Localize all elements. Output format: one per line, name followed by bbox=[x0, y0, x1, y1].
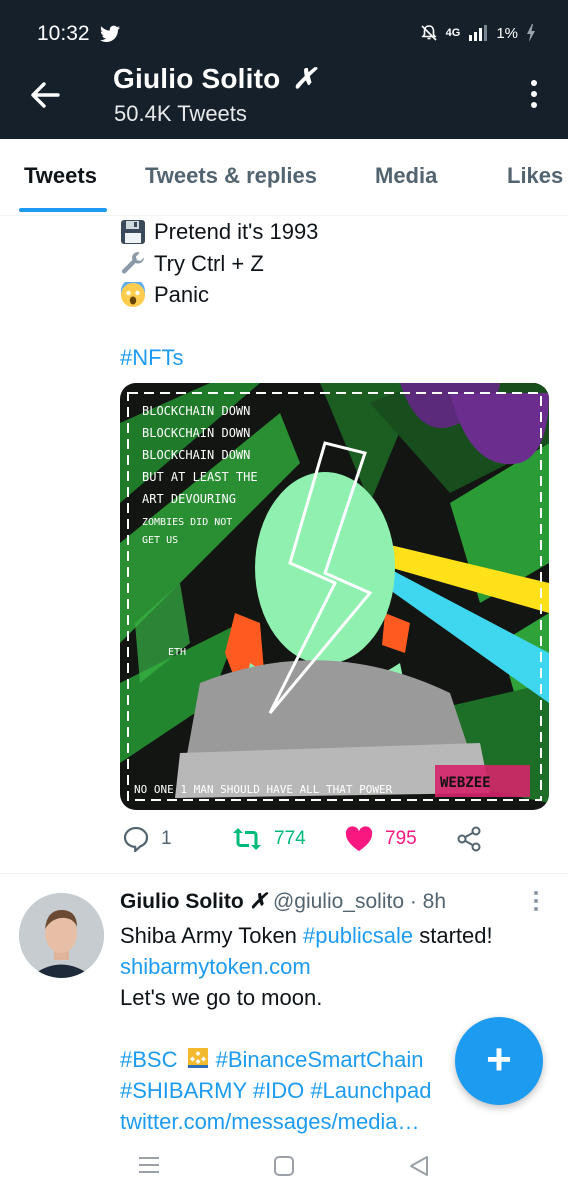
more-options-icon[interactable] bbox=[530, 80, 538, 112]
like-button[interactable]: 795 bbox=[345, 826, 417, 852]
back-arrow-icon[interactable] bbox=[28, 78, 62, 112]
art-signature: WEBZEE bbox=[440, 775, 491, 791]
like-count: 795 bbox=[385, 828, 417, 849]
tweet-header: Giulio Solito ✗ @giulio_solito · 8h bbox=[120, 889, 446, 914]
tweet-divider bbox=[0, 873, 568, 874]
author-badge: ✗ bbox=[249, 890, 268, 913]
compose-tweet-button[interactable]: + bbox=[455, 1017, 543, 1105]
back-nav-icon[interactable] bbox=[408, 1155, 430, 1177]
tweet-actions: 1 774 795 bbox=[120, 826, 540, 860]
tweet-line: Pretend it's 1993 bbox=[120, 216, 318, 248]
url-link[interactable]: twitter.com/messages/media… bbox=[120, 1109, 420, 1134]
tweet-line-text: Panic bbox=[154, 282, 210, 307]
twitter-bird-icon bbox=[100, 25, 120, 42]
floppy-disk-icon bbox=[121, 219, 145, 244]
avatar[interactable] bbox=[19, 893, 104, 978]
profile-header-bar: 10:32 4G 1% Giulio Solito ✗ 50.4K Tweets bbox=[0, 0, 568, 139]
tweet-line-text: Let's we go to moon. bbox=[120, 985, 323, 1010]
battery-charging-icon bbox=[527, 24, 535, 42]
tweet-line: Panic bbox=[120, 279, 318, 311]
tweet-text: Pretend it's 1993 Try Ctrl + Z Panic #NF… bbox=[120, 216, 318, 370]
signal-icon bbox=[469, 25, 488, 41]
hashtag-link[interactable]: #BinanceSmartChain bbox=[216, 1047, 424, 1072]
status-bar: 10:32 4G 1% bbox=[0, 0, 568, 68]
status-time: 10:32 bbox=[37, 22, 90, 45]
nft-artwork: BLOCKCHAIN DOWN BLOCKCHAIN DOWN BLOCKCHA… bbox=[120, 383, 549, 810]
tweet-more-icon[interactable] bbox=[533, 891, 539, 917]
art-text-line: ART DEVOURING bbox=[142, 492, 236, 506]
retweet-button[interactable]: 774 bbox=[232, 826, 306, 852]
reply-icon bbox=[123, 826, 149, 852]
art-text-line: ZOMBIES DID NOT bbox=[142, 517, 232, 528]
hashtag-link[interactable]: #publicsale bbox=[303, 923, 413, 948]
active-tab-indicator bbox=[19, 208, 107, 212]
tweet-line-text: started! bbox=[413, 923, 493, 948]
art-text-line: BLOCKCHAIN DOWN bbox=[142, 404, 250, 418]
tweet-line: Try Ctrl + Z bbox=[120, 248, 318, 280]
tweet-line-text: Try Ctrl + Z bbox=[154, 250, 264, 276]
art-eth-label: ETH bbox=[168, 647, 186, 658]
author-handle[interactable]: @giulio_solito bbox=[273, 890, 404, 913]
url-link[interactable]: shibarmytoken.com bbox=[120, 954, 311, 979]
avatar-photo bbox=[19, 893, 104, 978]
binance-logo-icon bbox=[187, 1048, 208, 1068]
recent-apps-icon[interactable] bbox=[138, 1155, 160, 1175]
tab-media[interactable]: Media bbox=[375, 163, 437, 189]
share-button[interactable] bbox=[456, 826, 482, 852]
art-text-line: BLOCKCHAIN DOWN bbox=[142, 448, 250, 462]
home-icon[interactable] bbox=[273, 1155, 295, 1177]
screaming-face-icon bbox=[121, 281, 145, 307]
profile-name-text: Giulio Solito bbox=[113, 63, 281, 94]
tweet-line-text: Shiba Army Token bbox=[120, 923, 304, 948]
system-navigation-bar bbox=[0, 1135, 568, 1200]
hashtag-link[interactable]: #BSC bbox=[120, 1047, 177, 1072]
retweet-count: 774 bbox=[274, 828, 306, 849]
profile-name: Giulio Solito ✗ bbox=[113, 62, 316, 95]
tweet-media-image[interactable]: BLOCKCHAIN DOWN BLOCKCHAIN DOWN BLOCKCHA… bbox=[120, 383, 549, 810]
status-icons: 4G 1% bbox=[420, 24, 536, 42]
tab-tweets-and-replies[interactable]: Tweets & replies bbox=[145, 163, 317, 189]
reply-count: 1 bbox=[161, 828, 172, 849]
tab-tweets[interactable]: Tweets bbox=[24, 163, 97, 189]
tweet-line-text: Pretend it's 1993 bbox=[154, 219, 319, 244]
mute-bell-icon bbox=[421, 25, 437, 41]
author-name[interactable]: Giulio Solito bbox=[120, 890, 244, 913]
hashtag-link[interactable]: #NFTs bbox=[120, 342, 184, 374]
art-text-line: GET US bbox=[142, 535, 178, 546]
art-text-line: BUT AT LEAST THE bbox=[142, 470, 258, 484]
heart-icon bbox=[345, 826, 373, 851]
battery-percent: 1% bbox=[496, 24, 518, 42]
tab-likes[interactable]: Likes bbox=[507, 163, 563, 189]
tweet-time: · 8h bbox=[409, 890, 447, 913]
network-type: 4G bbox=[445, 27, 461, 39]
reply-button[interactable]: 1 bbox=[123, 826, 172, 852]
profile-tabs: Tweets Tweets & replies Media Likes bbox=[0, 139, 568, 216]
plus-icon: + bbox=[486, 1035, 512, 1084]
retweet-icon bbox=[233, 828, 261, 850]
art-text-line: BLOCKCHAIN DOWN bbox=[142, 426, 250, 440]
hashtag-link[interactable]: #SHIBARMY #IDO #Launchpad bbox=[120, 1078, 431, 1103]
wrench-icon bbox=[121, 252, 145, 274]
art-bottom-caption: NO ONE 1 MAN SHOULD HAVE ALL THAT POWER bbox=[134, 783, 393, 796]
share-icon bbox=[457, 826, 481, 852]
name-badge: ✗ bbox=[292, 63, 317, 94]
tweet-count: 50.4K Tweets bbox=[114, 101, 247, 126]
tweet-line: Shiba Army Token #publicsale started! bbox=[120, 920, 540, 951]
